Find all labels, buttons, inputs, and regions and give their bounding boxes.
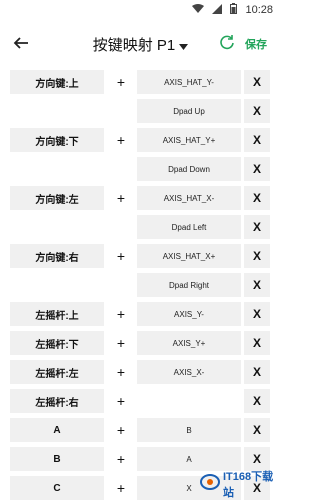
mapped-input[interactable]: AXIS_X-: [137, 360, 241, 384]
save-button[interactable]: 保存: [245, 36, 267, 52]
delete-mapping-button[interactable]: X: [244, 128, 270, 152]
mapped-input[interactable]: Dpad Up: [137, 99, 241, 123]
add-mapping-button[interactable]: +: [107, 70, 135, 94]
add-mapping-button[interactable]: +: [107, 244, 135, 268]
add-mapping-button[interactable]: +: [107, 418, 135, 442]
delete-mapping-button[interactable]: X: [244, 99, 270, 123]
mapping-row: 左摇杆:上 + AXIS_Y- X: [0, 300, 281, 329]
delete-mapping-button[interactable]: X: [244, 244, 270, 268]
mapping-row: 左摇杆:下 + AXIS_Y+ X: [0, 329, 281, 358]
mapping-row: Dpad Down X: [0, 155, 281, 184]
refresh-icon[interactable]: [219, 34, 235, 50]
mapped-input[interactable]: AXIS_HAT_Y-: [137, 70, 241, 94]
caret-down-icon: [179, 37, 189, 55]
mapping-row: Dpad Left X: [0, 213, 281, 242]
key-label: 左摇杆:右: [10, 389, 104, 413]
key-label: A: [10, 418, 104, 442]
key-label: C: [10, 476, 104, 500]
delete-mapping-button[interactable]: X: [244, 157, 270, 181]
mapped-input[interactable]: Dpad Left: [137, 215, 241, 239]
toolbar: 按键映射 P1 保存: [0, 20, 281, 68]
mapped-input[interactable]: AXIS_Y+: [137, 331, 241, 355]
status-bar: 10:28: [0, 0, 281, 20]
add-mapping-button[interactable]: +: [107, 360, 135, 384]
page-title: 按键映射 P1: [92, 37, 176, 54]
delete-mapping-button[interactable]: X: [244, 273, 270, 297]
mapped-input[interactable]: Dpad Down: [137, 157, 241, 181]
mapping-row: 方向键:左 + AXIS_HAT_X- X: [0, 184, 281, 213]
mapping-row: Dpad Right X: [0, 271, 281, 300]
add-mapping-button[interactable]: +: [107, 389, 135, 413]
mapped-input[interactable]: Dpad Right: [137, 273, 241, 297]
mapping-row: A + B X: [0, 416, 281, 445]
watermark-text: IT168下载站: [223, 471, 274, 499]
mapping-row: 方向键:右 + AXIS_HAT_X+ X: [0, 242, 281, 271]
wifi-icon: [192, 3, 205, 17]
delete-mapping-button[interactable]: X: [244, 331, 270, 355]
add-mapping-button[interactable]: +: [107, 302, 135, 326]
watermark-logo-icon: [200, 473, 220, 496]
watermark: IT168下载站: [200, 471, 281, 499]
delete-mapping-button[interactable]: X: [244, 389, 270, 413]
mapping-list: 方向键:上 + AXIS_HAT_Y- X Dpad Up X 方向键:下 + AXIS_HAT…: [0, 68, 281, 503]
mapped-input[interactable]: AXIS_HAT_X+: [137, 244, 241, 268]
battery-icon: [230, 3, 238, 17]
add-mapping-button[interactable]: +: [107, 331, 135, 355]
mapped-input[interactable]: B: [137, 418, 241, 442]
mapping-row: 方向键:下 + AXIS_HAT_Y+ X: [0, 126, 281, 155]
add-mapping-button[interactable]: +: [107, 128, 135, 152]
status-time: 10:28: [245, 4, 273, 16]
mapping-row: Dpad Up X: [0, 97, 281, 126]
delete-mapping-button[interactable]: X: [244, 418, 270, 442]
key-label: 左摇杆:下: [10, 331, 104, 355]
add-mapping-button[interactable]: +: [107, 186, 135, 210]
add-mapping-button[interactable]: +: [107, 476, 135, 500]
mapping-row: 方向键:上 + AXIS_HAT_Y- X: [0, 68, 281, 97]
mapping-row: 左摇杆:左 + AXIS_X- X: [0, 358, 281, 387]
key-label: 左摇杆:左: [10, 360, 104, 384]
delete-mapping-button[interactable]: X: [244, 215, 270, 239]
key-label: B: [10, 447, 104, 471]
key-label: 左摇杆:上: [10, 302, 104, 326]
delete-mapping-button[interactable]: X: [244, 302, 270, 326]
delete-mapping-button[interactable]: X: [244, 70, 270, 94]
delete-mapping-button[interactable]: X: [244, 186, 270, 210]
key-label: 方向键:左: [10, 186, 104, 210]
mapping-row: 左摇杆:右 + X: [0, 387, 281, 416]
key-label: 方向键:右: [10, 244, 104, 268]
delete-mapping-button[interactable]: X: [244, 360, 270, 384]
key-label: 方向键:下: [10, 128, 104, 152]
title-wrap[interactable]: 按键映射 P1: [0, 34, 281, 55]
mapped-input[interactable]: AXIS_HAT_Y+: [137, 128, 241, 152]
key-label: 方向键:上: [10, 70, 104, 94]
add-mapping-button[interactable]: +: [107, 447, 135, 471]
mapped-input[interactable]: AXIS_HAT_X-: [137, 186, 241, 210]
cellular-icon: [212, 3, 223, 17]
mapped-input[interactable]: AXIS_Y-: [137, 302, 241, 326]
